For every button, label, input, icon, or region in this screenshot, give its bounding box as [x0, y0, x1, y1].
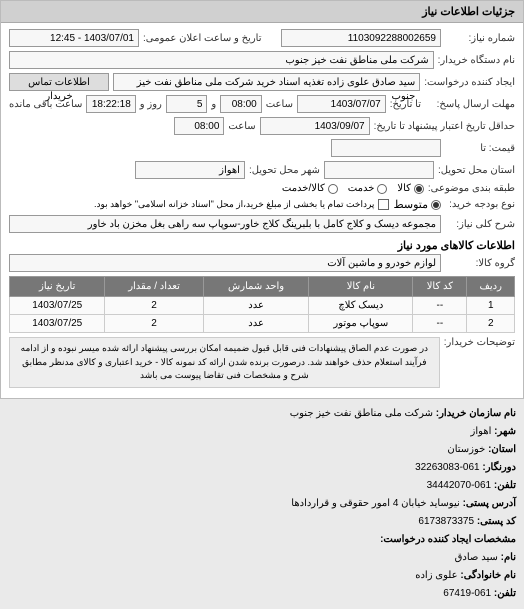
info-value: 061-32263083	[415, 462, 480, 473]
treasury-checkbox[interactable]	[378, 199, 389, 210]
budget-label: طبقه بندی موضوعی:	[428, 183, 515, 194]
category-radio-group: کالا خدمت کالا/خدمت	[282, 183, 424, 194]
cell: 2	[105, 297, 203, 315]
cell: --	[413, 297, 467, 315]
table-row: 1 -- دیسک کلاچ عدد 2 1403/07/25	[10, 297, 515, 315]
radio-dot-icon	[414, 184, 424, 194]
info-label: کد پستی:	[477, 516, 516, 527]
info-label: نام سازمان خریدار:	[436, 408, 516, 419]
items-section-title: اطلاعات کالاهای مورد نیاز	[9, 239, 515, 252]
announce-label: تاریخ و ساعت اعلان عمومی:	[143, 33, 262, 44]
remain-and: و	[211, 99, 216, 110]
validity-label: حداقل تاریخ اعتبار پیشنهاد تا تاریخ:	[374, 121, 515, 132]
radio-both[interactable]: کالا/خدمت	[282, 183, 338, 194]
validity-time: 08:00	[174, 117, 224, 135]
reply-deadline-label: مهلت ارسال پاسخ:	[425, 99, 515, 110]
info-label: نام خانوادگی:	[460, 570, 516, 581]
remain-days-text: روز و	[140, 99, 162, 110]
radio-service-label: خدمت	[348, 183, 375, 194]
cell: 1403/07/25	[10, 297, 105, 315]
radio-mid-label: متوسط	[393, 198, 428, 211]
desc-label: شرح کلی نیاز:	[445, 219, 515, 230]
info-label: مشخصات ایجاد کننده درخواست:	[380, 534, 516, 545]
cell: --	[413, 315, 467, 333]
info-label: شهر:	[494, 426, 516, 437]
th-name: نام کالا	[309, 277, 413, 297]
info-label: تلفن:	[494, 588, 516, 599]
cell: سوپاپ موتور	[309, 315, 413, 333]
buyer-note-label: توضیحات خریدار:	[444, 337, 515, 348]
estan-label: استان محل تحویل:	[438, 165, 515, 176]
info-label: دورنگار:	[482, 462, 516, 473]
delivery-city-value: اهواز	[135, 161, 245, 179]
info-value: 061-34442070	[427, 480, 492, 491]
th-row: ردیف	[467, 277, 515, 297]
radio-dot-icon	[377, 184, 387, 194]
price-value	[331, 139, 441, 157]
cell: 1	[467, 297, 515, 315]
radio-goods[interactable]: کالا	[397, 183, 424, 194]
org-name-label: نام دستگاه خریدار:	[438, 55, 515, 66]
desc-value: مجموعه دیسک و کلاج کامل با بلبرینگ کلاج …	[9, 215, 441, 233]
info-label: آدرس پستی:	[463, 498, 516, 509]
radio-goods-label: کالا	[397, 183, 411, 194]
contact-button[interactable]: اطلاعات تماس خریدار	[9, 73, 109, 91]
info-value: نیوساید خیابان 4 امور حقوقی و قراردادها	[291, 498, 459, 509]
cell: عدد	[203, 297, 309, 315]
items-table: ردیف کد کالا نام کالا واحد شمارش تعداد /…	[9, 276, 515, 333]
cell: دیسک کلاچ	[309, 297, 413, 315]
req-no-value: 1103092288002659	[281, 29, 441, 47]
info-value: شرکت ملی مناطق نفت خیز جنوب	[290, 408, 433, 419]
info-list: نام سازمان خریدار: شرکت ملی مناطق نفت خی…	[0, 399, 524, 609]
info-label: تلفن:	[494, 480, 516, 491]
cell: 2	[105, 315, 203, 333]
announce-value: 1403/07/01 - 12:45	[9, 29, 139, 47]
info-value: 061-67419	[443, 588, 491, 599]
cell: 2	[467, 315, 515, 333]
radio-service[interactable]: خدمت	[348, 183, 388, 194]
th-date: تاریخ نیاز	[10, 277, 105, 297]
info-value: خوزستان	[447, 444, 485, 455]
panel-header: جزئیات اطلاعات نیاز	[1, 1, 523, 23]
cell: 1403/07/25	[10, 315, 105, 333]
estan-value	[324, 161, 434, 179]
creator-label: ایجاد کننده درخواست:	[424, 77, 515, 88]
th-unit: واحد شمارش	[203, 277, 309, 297]
radio-dot-icon	[431, 200, 441, 210]
req-no-label: شماره نیاز:	[445, 33, 515, 44]
buyer-note-text: در صورت عدم الصاق پیشنهادات فنی قابل قبو…	[9, 337, 440, 388]
info-value: اهواز	[471, 426, 492, 437]
reply-date: 1403/07/07	[297, 95, 386, 113]
info-label: نام:	[501, 552, 516, 563]
remain-time: 18:22:18	[86, 95, 135, 113]
th-qty: تعداد / مقدار	[105, 277, 203, 297]
cell: عدد	[203, 315, 309, 333]
info-value: سید صادق	[455, 552, 498, 563]
saat-label-2: ساعت	[228, 121, 255, 132]
org-name-value: شرکت ملی مناطق نفت خیز جنوب	[9, 51, 434, 69]
radio-both-label: کالا/خدمت	[282, 183, 325, 194]
validity-date: 1403/09/07	[260, 117, 370, 135]
th-code: کد کالا	[413, 277, 467, 297]
remain-days: 5	[166, 95, 208, 113]
saat-label-1: ساعت	[266, 99, 293, 110]
info-label: استان:	[488, 444, 516, 455]
delivery-city-label: شهر محل تحویل:	[249, 165, 320, 176]
radio-mid[interactable]: متوسط	[393, 198, 441, 211]
radio-dot-icon	[328, 184, 338, 194]
reply-time: 08:00	[220, 95, 262, 113]
price-label: قیمت: تا	[445, 143, 515, 154]
deadline-label: تا تاریخ:	[390, 99, 421, 110]
buy-type-label: نوع بودجه خرید:	[445, 199, 515, 210]
info-value: 6173873375	[418, 516, 474, 527]
table-row: 2 -- سوپاپ موتور عدد 2 1403/07/25	[10, 315, 515, 333]
info-value: علوی زاده	[415, 570, 457, 581]
buy-type-text: پرداخت تمام یا بخشی از مبلغ خرید،از محل …	[94, 199, 374, 210]
remain-suffix: ساعت باقی مانده	[9, 99, 82, 110]
creator-value: سید صادق علوی زاده تغذیه اسناد خرید شرکت…	[113, 73, 420, 91]
group-label: گروه کالا:	[445, 258, 515, 269]
group-value: لوازم خودرو و ماشین آلات	[9, 254, 441, 272]
